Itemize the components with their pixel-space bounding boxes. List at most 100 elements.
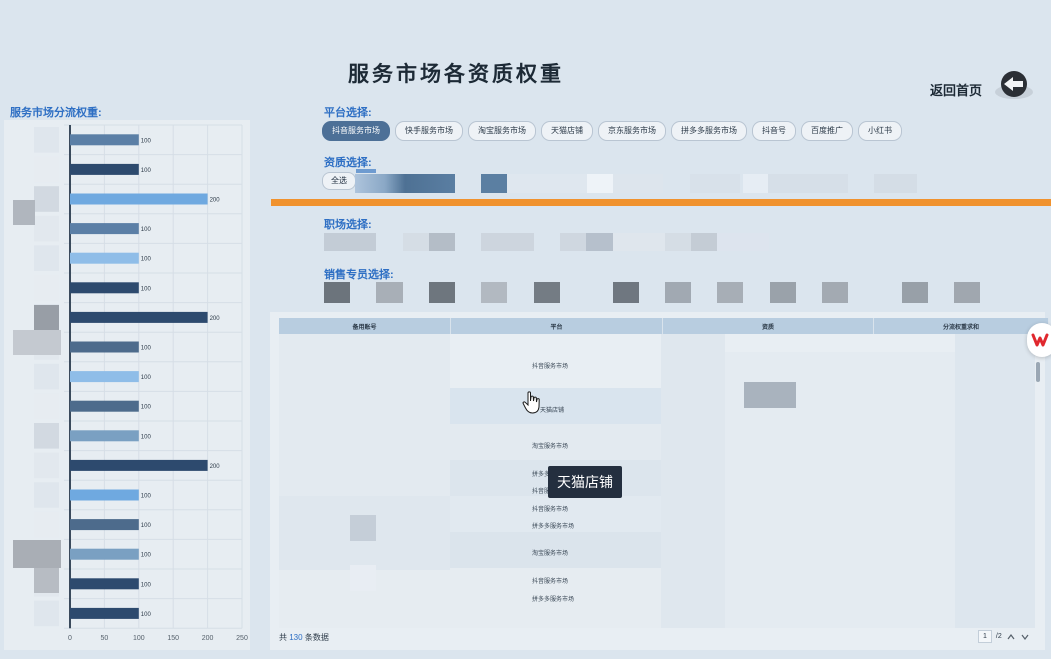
column-header-platform[interactable]: 平台: [451, 318, 663, 334]
hand-cursor-icon: [522, 391, 540, 414]
x-tick-label: 100: [133, 635, 145, 642]
blurred-category-label: [34, 363, 59, 390]
bar-value-label: 100: [141, 227, 152, 233]
bar: [70, 311, 208, 323]
table-cell-platform[interactable]: 抖音服务市场: [532, 576, 568, 585]
bar-value-label: 100: [141, 494, 152, 500]
blurred-category-label: [34, 156, 59, 183]
bar-value-label: 100: [141, 405, 152, 411]
bar: [70, 459, 208, 471]
platform-chip[interactable]: 抖音号: [752, 121, 796, 141]
blurred-category-label: [34, 186, 59, 212]
total-records: 共 130 条数据: [279, 633, 329, 642]
blurred-category-label: [13, 330, 61, 355]
bar-value-label: 100: [141, 375, 152, 381]
platform-chip[interactable]: 快手服务市场: [395, 121, 463, 141]
bar-value-label: 100: [141, 553, 152, 559]
platform-chip[interactable]: 抖音服务市场: [322, 121, 390, 141]
qualification-filter-label: 资质选择:: [324, 157, 372, 169]
cell-tooltip: 天猫店铺: [548, 466, 622, 498]
pagination: 1 /2: [978, 630, 1030, 643]
bar: [70, 400, 139, 412]
platform-chip-row: 抖音服务市场 快手服务市场 淘宝服务市场 天猫店铺 京东服务市场 拼多多服务市场 抖音号 百度…: [322, 121, 902, 141]
column-header-weight-sum[interactable]: 分流权重求和: [874, 318, 1049, 334]
page-total: /2: [995, 633, 1002, 640]
wps-logo-icon: [1031, 333, 1049, 347]
platform-chip[interactable]: 天猫店铺: [541, 121, 593, 141]
wps-floating-button[interactable]: [1027, 323, 1051, 357]
bar: [70, 252, 139, 264]
back-arrow-icon[interactable]: [992, 66, 1036, 102]
bar-value-label: 100: [141, 523, 152, 529]
chart-title: 服务市场分流权重:: [10, 107, 102, 119]
platform-chip[interactable]: 淘宝服务市场: [468, 121, 536, 141]
column-header-qualification[interactable]: 资质: [663, 318, 874, 334]
chart-panel: 0 50 100 150 200 250 100 100 200 100 100 100 200 100 1…: [4, 120, 250, 650]
table-cell-platform[interactable]: 淘宝服务市场: [532, 548, 568, 557]
platform-filter-label: 平台选择:: [324, 107, 372, 119]
platform-chip[interactable]: 百度推广: [801, 121, 853, 141]
bar-value-label: 200: [210, 464, 221, 470]
table-cell-platform[interactable]: 抖音服务市场: [532, 361, 568, 370]
bar: [70, 371, 139, 383]
platform-chip[interactable]: 京东服务市场: [598, 121, 666, 141]
bar: [70, 341, 139, 353]
table-header: 备用账号 平台 资质 分流权重求和: [279, 318, 1049, 334]
blurred-category-label: [13, 200, 35, 225]
platform-chip[interactable]: 拼多多服务市场: [671, 121, 747, 141]
blurred-category-label: [34, 600, 59, 627]
bar-value-label: 100: [141, 582, 152, 588]
bar: [70, 163, 139, 175]
table-cell-platform[interactable]: 拼多多服务市场: [532, 521, 574, 530]
sales-filter-label: 销售专员选择:: [324, 269, 394, 281]
bar: [70, 134, 139, 146]
platform-chip[interactable]: 小红书: [858, 121, 902, 141]
x-tick-label: 0: [68, 635, 72, 642]
blurred-category-label: [34, 452, 59, 479]
bar: [70, 430, 139, 442]
x-tick-label: 250: [236, 635, 248, 642]
blurred-category-label: [34, 568, 59, 593]
bar-value-label: 100: [141, 138, 152, 144]
blurred-category-label: [34, 215, 59, 242]
table-scrollbar[interactable]: [1036, 362, 1040, 382]
page-title: 服务市场各资质权重: [348, 63, 564, 86]
table-cell-platform[interactable]: 淘宝服务市场: [532, 441, 568, 450]
x-tick-label: 150: [167, 635, 179, 642]
page-input[interactable]: 1: [978, 630, 992, 643]
bar-value-label: 100: [141, 286, 152, 292]
bar: [70, 223, 139, 235]
bar-value-label: 100: [141, 612, 152, 618]
bar: [70, 193, 208, 205]
bar: [70, 607, 139, 619]
x-tick-label: 200: [202, 635, 214, 642]
bar-value-label: 100: [141, 257, 152, 263]
blurred-category-label: [34, 482, 59, 508]
table-cell-platform[interactable]: 抖音服务市场: [532, 504, 568, 513]
workplace-filter-label: 职场选择:: [324, 219, 372, 231]
bar-value-label: 200: [210, 198, 221, 204]
weight-bar-chart: 0 50 100 150 200 250 100 100 200 100 100 100 200 100 1…: [13, 124, 248, 642]
column-header-backup-account[interactable]: 备用账号: [279, 318, 451, 334]
bar: [70, 282, 139, 294]
bar-value-label: 100: [141, 434, 152, 440]
blurred-category-label: [34, 275, 59, 301]
blurred-category-label: [34, 423, 59, 449]
bar: [70, 519, 139, 531]
blurred-category-label: [34, 127, 59, 153]
select-all-chip[interactable]: 全选: [322, 172, 356, 190]
blurred-category-label: [34, 393, 59, 419]
blurred-category-label: [13, 540, 61, 568]
chevron-down-icon[interactable]: [1020, 632, 1030, 642]
bar-value-label: 100: [141, 346, 152, 352]
bar: [70, 548, 139, 560]
table-cell-platform[interactable]: 天猫店铺: [540, 405, 564, 414]
bar-value-label: 100: [141, 168, 152, 174]
divider-bar: [271, 199, 1051, 206]
home-link[interactable]: 返回首页: [930, 80, 982, 99]
blurred-category-label: [34, 245, 59, 271]
chevron-up-icon[interactable]: [1006, 632, 1016, 642]
bar: [70, 578, 139, 590]
table-cell-platform[interactable]: 拼多多服务市场: [532, 594, 574, 603]
blurred-category-label: [34, 305, 59, 330]
